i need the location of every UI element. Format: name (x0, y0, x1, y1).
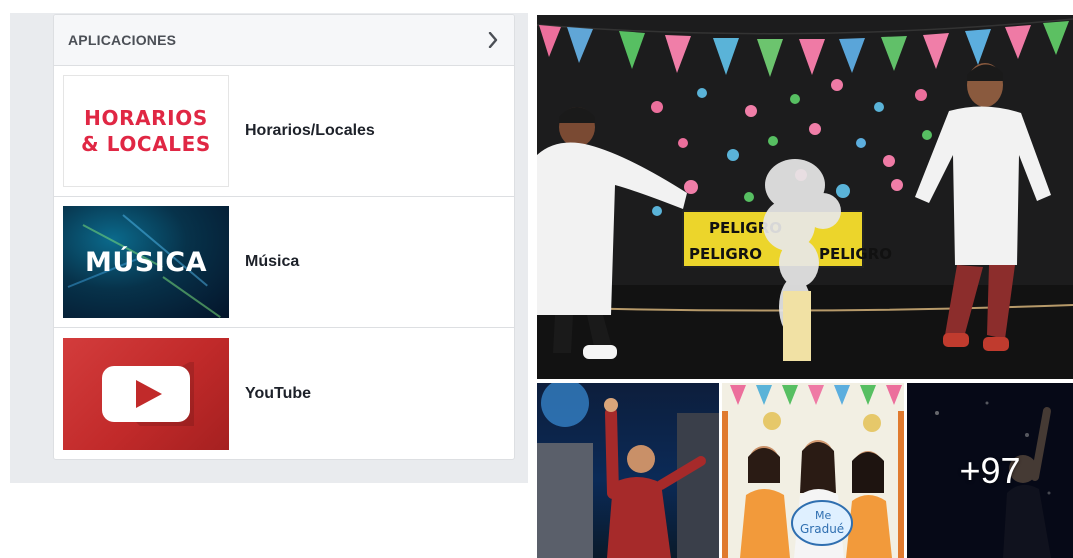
apps-header[interactable]: APLICACIONES (54, 15, 514, 66)
musica-thumbnail[interactable]: MÚSICA (63, 206, 229, 318)
app-item-horarios[interactable]: HORARIOS & LOCALES Horarios/Locales (54, 66, 514, 197)
chevron-right-icon[interactable] (486, 32, 500, 48)
apps-card: APLICACIONES HORARIOS & LOCALES Horarios… (53, 14, 515, 460)
photo-science-show[interactable]: PELIGRO PELIGRO PELIGRO (537, 15, 1073, 379)
youtube-thumbnail[interactable] (63, 337, 229, 450)
app-label-musica[interactable]: Música (245, 253, 299, 271)
app-item-youtube[interactable]: YouTube (54, 328, 514, 459)
horarios-thumbnail[interactable]: HORARIOS & LOCALES (63, 75, 229, 187)
page: APLICACIONES HORARIOS & LOCALES Horarios… (0, 0, 1073, 558)
app-item-musica[interactable]: MÚSICA Música (54, 197, 514, 328)
app-label-youtube[interactable]: YouTube (245, 385, 311, 403)
musica-thumb-text: MÚSICA (85, 246, 207, 278)
graduate-sign-line-2: Gradué (800, 522, 844, 536)
horarios-thumb-line-1: HORARIOS (84, 106, 208, 130)
photo-graduation[interactable]: Me Gradué (722, 383, 904, 558)
photo-singer-more[interactable]: +97 (907, 383, 1073, 558)
graduate-sign-line-1: Me (815, 509, 831, 522)
horarios-thumb-line-2: & LOCALES (81, 132, 211, 156)
more-photos-count[interactable]: +97 (907, 383, 1073, 558)
photo-performer[interactable] (537, 383, 719, 558)
youtube-play-icon (102, 361, 194, 426)
apps-title: APLICACIONES (68, 32, 177, 48)
app-label-horarios[interactable]: Horarios/Locales (245, 122, 375, 140)
sign-text-2: PELIGRO (689, 245, 762, 263)
sign-text-3: PELIGRO (819, 245, 892, 263)
